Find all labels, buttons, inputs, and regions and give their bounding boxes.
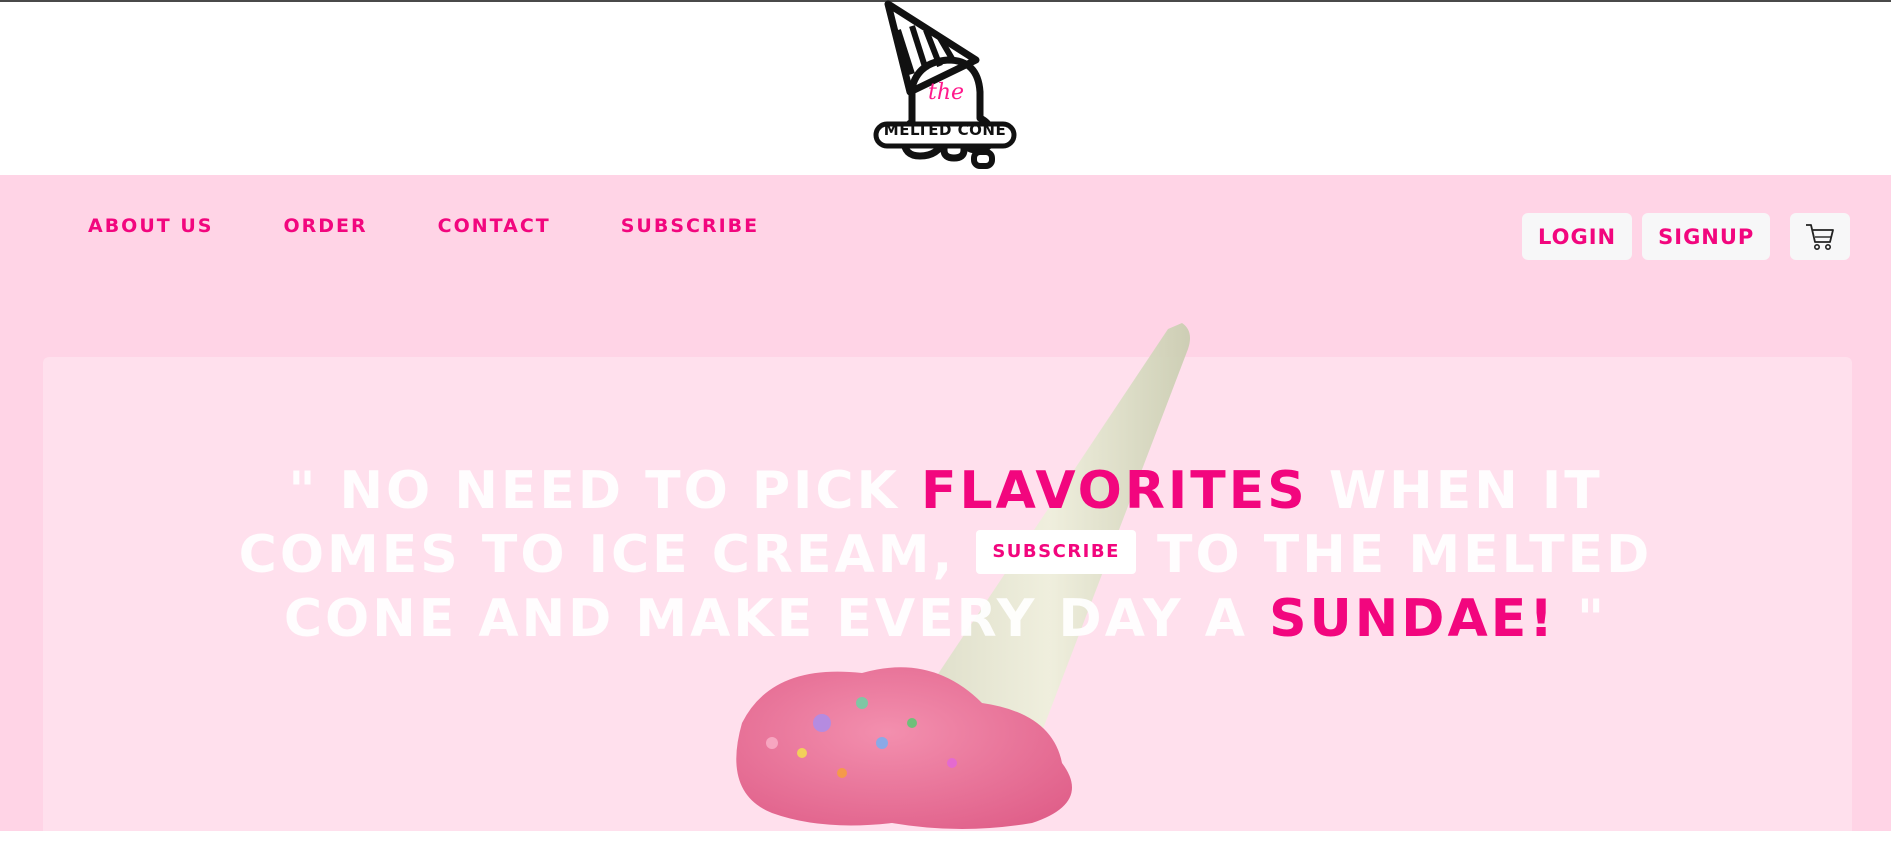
quote-highlight-flavorites: FLAVORITES xyxy=(920,461,1308,521)
cart-button[interactable] xyxy=(1790,213,1851,260)
nav-about-us[interactable]: ABOUT US xyxy=(88,215,213,237)
nav-contact[interactable]: CONTACT xyxy=(438,215,551,237)
quote-part-1: " NO NEED TO PICK xyxy=(288,461,921,521)
inline-subscribe-button[interactable]: SUBSCRIBE xyxy=(976,530,1136,574)
logo-script-text: the xyxy=(927,80,965,105)
hero-quote: " NO NEED TO PICK FLAVORITES WHEN IT COM… xyxy=(180,459,1711,651)
logo-wordmark: MELTED CONE xyxy=(883,121,1007,139)
nav-order[interactable]: ORDER xyxy=(283,215,367,237)
brand-logo[interactable]: the MELTED CONE xyxy=(868,0,1022,172)
quote-close: " xyxy=(1555,589,1608,649)
signup-button[interactable]: SIGNUP xyxy=(1642,213,1771,260)
hero-section: ABOUT US ORDER CONTACT SUBSCRIBE LOGIN S… xyxy=(0,175,1891,857)
quote-highlight-sundae: SUNDAE! xyxy=(1269,589,1556,649)
site-header: the MELTED CONE xyxy=(0,0,1891,175)
login-button[interactable]: LOGIN xyxy=(1522,213,1633,260)
nav-subscribe[interactable]: SUBSCRIBE xyxy=(621,215,759,237)
auth-controls: LOGIN SIGNUP xyxy=(1522,213,1851,260)
cart-icon xyxy=(1806,223,1835,250)
main-nav: ABOUT US ORDER CONTACT SUBSCRIBE xyxy=(88,215,759,237)
